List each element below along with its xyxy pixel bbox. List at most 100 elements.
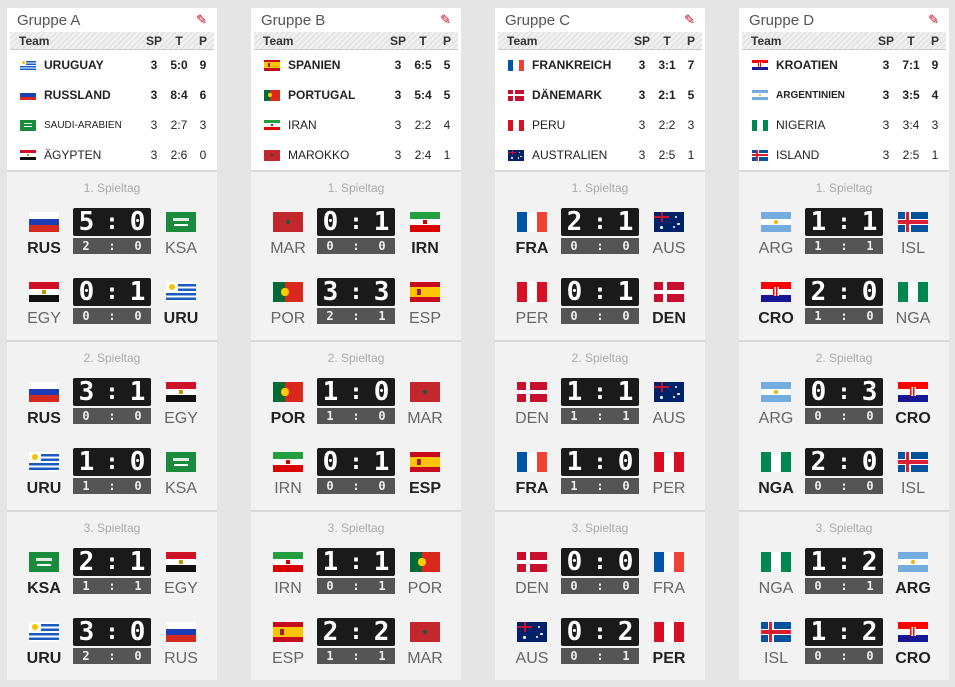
scoreboard: 1 : 0 <box>317 377 395 407</box>
standings-row[interactable]: SPANIEN 3 6:5 5 <box>254 50 458 80</box>
match[interactable]: FRA 1 : 0 1 : 0 PER <box>495 447 705 506</box>
halftime-board: 0 : 0 <box>561 238 639 254</box>
away-team-code: EGY <box>164 410 198 427</box>
standings-row[interactable]: AUSTRALIEN 3 2:5 1 <box>498 140 702 170</box>
away-score: 0 <box>129 447 146 477</box>
group-card: Gruppe C ✎ Team SP T P FRANKREICH 3 3:1 … <box>495 8 705 680</box>
matchday-title: 2. Spieltag <box>815 351 873 365</box>
home-score: 3 <box>78 617 95 647</box>
match[interactable]: CRO 2 : 0 1 : 0 NGA <box>739 277 949 336</box>
home-team-code: DEN <box>515 580 549 597</box>
standings-row[interactable]: ISLAND 3 2:5 1 <box>742 140 946 170</box>
match[interactable]: POR 1 : 0 1 : 0 MAR <box>251 377 461 436</box>
away-team: CRO <box>877 618 949 668</box>
home-team: NGA <box>739 548 813 598</box>
col-p: P <box>442 33 451 48</box>
points: 5 <box>443 58 451 72</box>
match[interactable]: RUS 5 : 0 2 : 0 KSA <box>7 207 217 266</box>
standings-header: Team SP T P <box>254 32 458 50</box>
france-flag-icon <box>517 212 547 232</box>
match[interactable]: IRN 0 : 1 0 : 0 ESP <box>251 447 461 506</box>
iran-flag-icon <box>273 452 303 472</box>
match[interactable]: DEN 0 : 0 0 : 0 FRA <box>495 547 705 606</box>
croatia-flag-icon <box>898 622 928 642</box>
away-score: 0 <box>861 277 878 307</box>
standings-row[interactable]: ARGENTINIEN 3 3:5 4 <box>742 80 946 110</box>
nigeria-flag-icon <box>898 282 928 302</box>
morocco-flag-icon <box>410 382 440 402</box>
morocco-flag-icon <box>273 212 303 232</box>
match[interactable]: NGA 2 : 0 0 : 0 ISL <box>739 447 949 506</box>
pencil-icon[interactable]: ✎ <box>928 12 939 28</box>
standings-row[interactable]: PERU 3 2:2 3 <box>498 110 702 140</box>
home-team: IRN <box>251 548 325 598</box>
standings-row[interactable]: IRAN 3 2:2 4 <box>254 110 458 140</box>
points: 5 <box>443 88 451 102</box>
match[interactable]: KSA 2 : 1 1 : 1 EGY <box>7 547 217 606</box>
scoreboard: 2 : 2 <box>317 617 395 647</box>
match[interactable]: FRA 2 : 1 0 : 0 AUS <box>495 207 705 266</box>
match[interactable]: ARG 0 : 3 0 : 0 CRO <box>739 377 949 436</box>
standings-row[interactable]: FRANKREICH 3 3:1 7 <box>498 50 702 80</box>
match[interactable]: MAR 0 : 1 0 : 0 IRN <box>251 207 461 266</box>
col-sp: SP <box>145 33 162 48</box>
away-team: FRA <box>633 548 705 598</box>
home-team: IRN <box>251 448 325 498</box>
standings-row[interactable]: DÄNEMARK 3 2:1 5 <box>498 80 702 110</box>
halftime-board: 0 : 0 <box>805 478 883 494</box>
away-score: 2 <box>861 547 878 577</box>
away-halftime: 0 <box>134 309 142 323</box>
standings-row[interactable]: RUSSLAND 3 8:4 6 <box>10 80 214 110</box>
scoreboard: 2 : 1 <box>73 547 151 577</box>
goals: 5:4 <box>414 88 432 102</box>
col-p: P <box>930 33 939 48</box>
standings-row[interactable]: ÄGYPTEN 3 2:6 0 <box>10 140 214 170</box>
standings-row[interactable]: KROATIEN 3 7:1 9 <box>742 50 946 80</box>
group-header: Gruppe C ✎ <box>495 8 705 32</box>
iran-flag-icon <box>264 119 280 131</box>
scoreboard: 5 : 0 <box>73 207 151 237</box>
match[interactable]: RUS 3 : 1 0 : 0 EGY <box>7 377 217 436</box>
match[interactable]: NGA 1 : 2 0 : 1 ARG <box>739 547 949 606</box>
goals: 6:5 <box>414 58 432 72</box>
pencil-icon[interactable]: ✎ <box>684 12 695 28</box>
match[interactable]: URU 3 : 0 2 : 0 RUS <box>7 617 217 676</box>
home-team-code: ISL <box>763 650 788 667</box>
away-score: 1 <box>861 207 878 237</box>
matchday-title: 3. Spieltag <box>815 521 873 535</box>
goals: 3:1 <box>658 58 676 72</box>
away-score: 0 <box>129 617 146 647</box>
standings-row[interactable]: NIGERIA 3 3:4 3 <box>742 110 946 140</box>
points: 7 <box>687 58 695 72</box>
pencil-icon[interactable]: ✎ <box>440 12 451 28</box>
halftime-board: 0 : 0 <box>317 238 395 254</box>
match[interactable]: PER 0 : 1 0 : 0 DEN <box>495 277 705 336</box>
match[interactable]: EGY 0 : 1 0 : 0 URU <box>7 277 217 336</box>
standings-header: Team SP T P <box>498 32 702 50</box>
standings-row[interactable]: SAUDI-ARABIEN 3 2:7 3 <box>10 110 214 140</box>
match[interactable]: IRN 1 : 1 0 : 1 POR <box>251 547 461 606</box>
pencil-icon[interactable]: ✎ <box>196 12 207 28</box>
halftime-board: 1 : 0 <box>561 478 639 494</box>
goals: 7:1 <box>902 58 920 72</box>
match[interactable]: AUS 0 : 2 0 : 1 PER <box>495 617 705 676</box>
home-halftime: 1 <box>570 479 578 493</box>
matchday-section: 2. Spieltag ARG 0 : 3 0 : 0 CRO NGA 2: … <box>739 340 949 510</box>
standings-row[interactable]: MAROKKO 3 2:4 1 <box>254 140 458 170</box>
match[interactable]: ISL 1 : 2 0 : 0 CRO <box>739 617 949 676</box>
standings-row[interactable]: URUGUAY 3 5:0 9 <box>10 50 214 80</box>
away-score: 0 <box>373 377 390 407</box>
match[interactable]: DEN 1 : 1 1 : 1 AUS <box>495 377 705 436</box>
iceland-flag-icon <box>752 149 768 161</box>
match[interactable]: POR 3 : 3 2 : 1 ESP <box>251 277 461 336</box>
standings-row[interactable]: PORTUGAL 3 5:4 5 <box>254 80 458 110</box>
morocco-flag-icon <box>264 149 280 161</box>
away-team: IRN <box>389 208 461 258</box>
group-card: Gruppe A ✎ Team SP T P URUGUAY 3 5:0 9 R… <box>7 8 217 680</box>
match[interactable]: ARG 1 : 1 1 : 1 ISL <box>739 207 949 266</box>
match[interactable]: ESP 2 : 2 1 : 1 MAR <box>251 617 461 676</box>
home-team-code: POR <box>270 410 306 427</box>
away-team: EGY <box>145 548 217 598</box>
match[interactable]: URU 1 : 0 1 : 0 KSA <box>7 447 217 506</box>
peru-flag-icon <box>517 282 547 302</box>
